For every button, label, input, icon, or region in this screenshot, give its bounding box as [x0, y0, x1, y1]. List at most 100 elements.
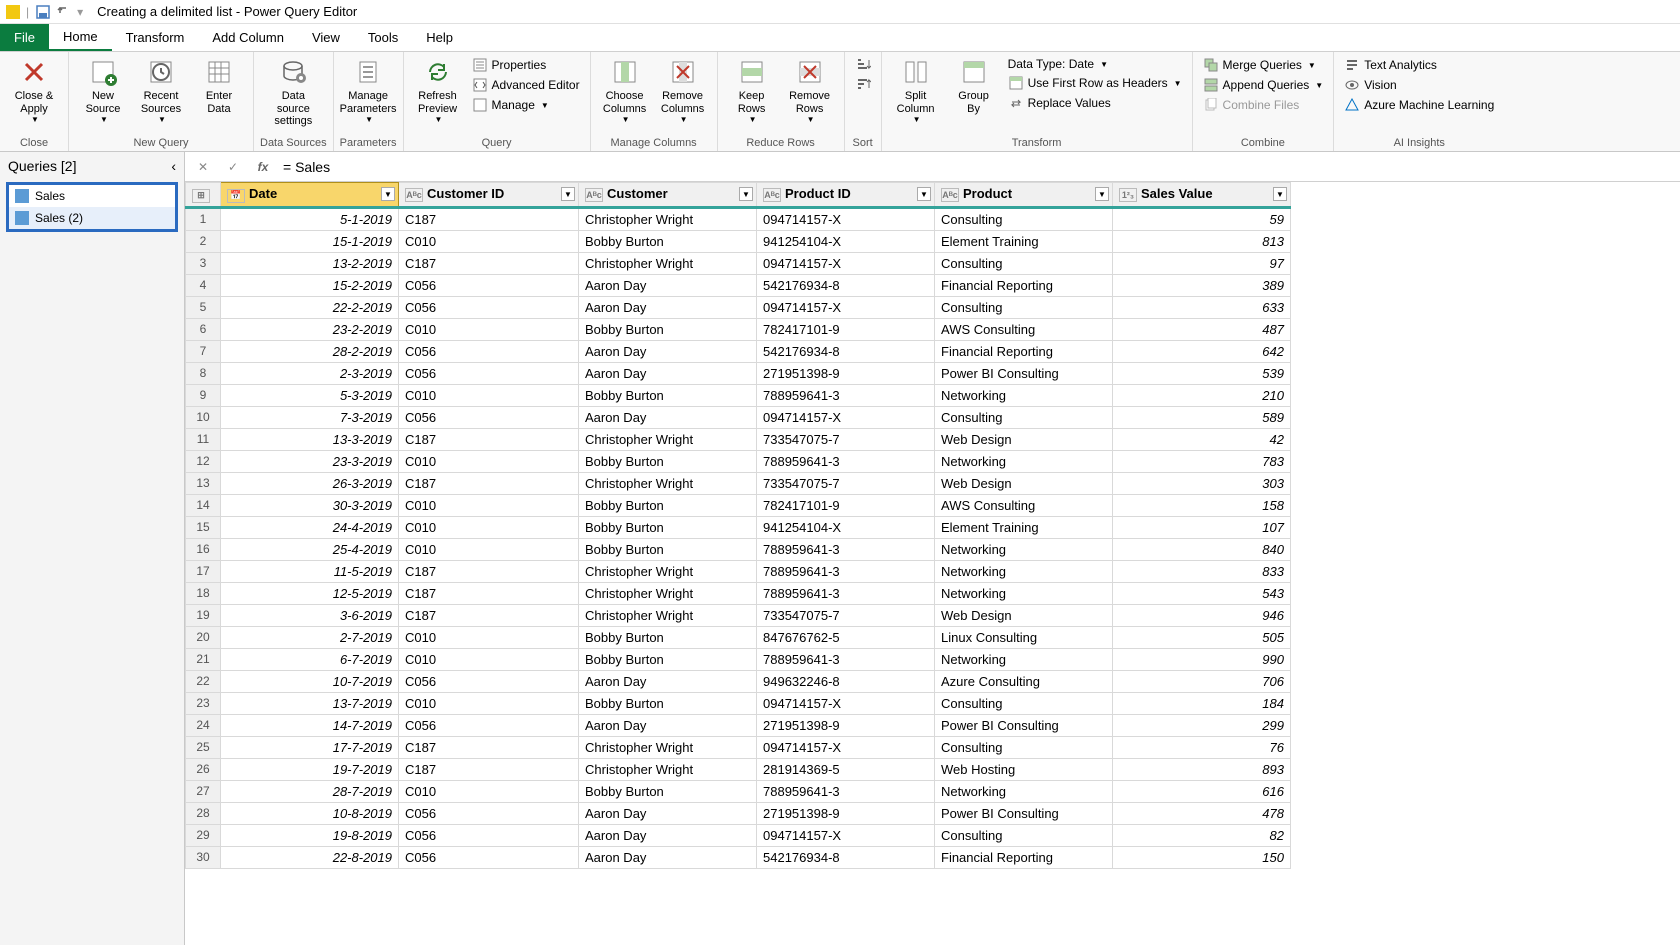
- cell-date[interactable]: 25-4-2019: [221, 538, 399, 560]
- cell-sales[interactable]: 783: [1113, 450, 1291, 472]
- combine-files-button[interactable]: Combine Files: [1199, 96, 1328, 114]
- row-number[interactable]: 29: [186, 824, 221, 846]
- cell-product[interactable]: Financial Reporting: [935, 274, 1113, 296]
- row-number[interactable]: 8: [186, 362, 221, 384]
- cell-custid[interactable]: C187: [399, 428, 579, 450]
- cell-prodid[interactable]: 788959641-3: [757, 560, 935, 582]
- cell-sales[interactable]: 184: [1113, 692, 1291, 714]
- filter-dropdown-icon[interactable]: ▼: [1273, 187, 1287, 201]
- table-row[interactable]: 313-2-2019C187Christopher Wright09471415…: [186, 252, 1291, 274]
- cell-date[interactable]: 26-3-2019: [221, 472, 399, 494]
- cancel-formula-icon[interactable]: ✕: [193, 157, 213, 177]
- table-row[interactable]: 2517-7-2019C187Christopher Wright0947141…: [186, 736, 1291, 758]
- cell-date[interactable]: 13-7-2019: [221, 692, 399, 714]
- cell-product[interactable]: Element Training: [935, 230, 1113, 252]
- collapse-sidebar-icon[interactable]: ‹: [171, 158, 176, 174]
- table-row[interactable]: 1430-3-2019C010Bobby Burton782417101-9AW…: [186, 494, 1291, 516]
- cell-customer[interactable]: Christopher Wright: [579, 758, 757, 780]
- cell-product[interactable]: Consulting: [935, 252, 1113, 274]
- cell-customer[interactable]: Bobby Burton: [579, 626, 757, 648]
- merge-queries-button[interactable]: Merge Queries▼: [1199, 56, 1328, 74]
- cell-product[interactable]: AWS Consulting: [935, 494, 1113, 516]
- refresh-preview-button[interactable]: RefreshPreview▼: [410, 54, 466, 124]
- cell-sales[interactable]: 543: [1113, 582, 1291, 604]
- cell-sales[interactable]: 946: [1113, 604, 1291, 626]
- cell-sales[interactable]: 150: [1113, 846, 1291, 868]
- table-row[interactable]: 15-1-2019C187Christopher Wright094714157…: [186, 207, 1291, 230]
- cell-prodid[interactable]: 542176934-8: [757, 846, 935, 868]
- cell-prodid[interactable]: 847676762-5: [757, 626, 935, 648]
- cell-product[interactable]: Financial Reporting: [935, 846, 1113, 868]
- cell-custid[interactable]: C010: [399, 692, 579, 714]
- cell-customer[interactable]: Christopher Wright: [579, 736, 757, 758]
- cell-prodid[interactable]: 271951398-9: [757, 802, 935, 824]
- cell-product[interactable]: Consulting: [935, 406, 1113, 428]
- column-header-product[interactable]: AᴮᴄProduct▼: [935, 183, 1113, 208]
- manage-button[interactable]: Manage▼: [468, 96, 584, 114]
- cell-sales[interactable]: 833: [1113, 560, 1291, 582]
- row-number[interactable]: 7: [186, 340, 221, 362]
- cell-customer[interactable]: Bobby Burton: [579, 494, 757, 516]
- cell-product[interactable]: Consulting: [935, 824, 1113, 846]
- table-row[interactable]: 82-3-2019C056Aaron Day271951398-9Power B…: [186, 362, 1291, 384]
- cell-sales[interactable]: 539: [1113, 362, 1291, 384]
- cell-prodid[interactable]: 094714157-X: [757, 296, 935, 318]
- tab-help[interactable]: Help: [412, 24, 467, 51]
- table-row[interactable]: 202-7-2019C010Bobby Burton847676762-5Lin…: [186, 626, 1291, 648]
- table-row[interactable]: 2210-7-2019C056Aaron Day949632246-8Azure…: [186, 670, 1291, 692]
- column-header-sales[interactable]: 1²₃Sales Value▼: [1113, 183, 1291, 208]
- table-row[interactable]: 728-2-2019C056Aaron Day542176934-8Financ…: [186, 340, 1291, 362]
- cell-customer[interactable]: Christopher Wright: [579, 560, 757, 582]
- tab-add-column[interactable]: Add Column: [198, 24, 298, 51]
- cell-custid[interactable]: C056: [399, 802, 579, 824]
- cell-sales[interactable]: 303: [1113, 472, 1291, 494]
- cell-custid[interactable]: C010: [399, 230, 579, 252]
- cell-date[interactable]: 5-3-2019: [221, 384, 399, 406]
- cell-sales[interactable]: 990: [1113, 648, 1291, 670]
- save-icon[interactable]: [35, 4, 51, 20]
- cell-sales[interactable]: 76: [1113, 736, 1291, 758]
- cell-product[interactable]: AWS Consulting: [935, 318, 1113, 340]
- table-corner[interactable]: ⊞: [186, 183, 221, 208]
- cell-date[interactable]: 22-8-2019: [221, 846, 399, 868]
- cell-custid[interactable]: C010: [399, 318, 579, 340]
- table-row[interactable]: 1711-5-2019C187Christopher Wright7889596…: [186, 560, 1291, 582]
- cell-product[interactable]: Networking: [935, 538, 1113, 560]
- row-number[interactable]: 2: [186, 230, 221, 252]
- row-number[interactable]: 26: [186, 758, 221, 780]
- row-number[interactable]: 10: [186, 406, 221, 428]
- cell-customer[interactable]: Aaron Day: [579, 670, 757, 692]
- cell-prodid[interactable]: 094714157-X: [757, 824, 935, 846]
- cell-prodid[interactable]: 094714157-X: [757, 252, 935, 274]
- table-row[interactable]: 2619-7-2019C187Christopher Wright2819143…: [186, 758, 1291, 780]
- cell-prodid[interactable]: 094714157-X: [757, 736, 935, 758]
- undo-icon[interactable]: [55, 4, 71, 20]
- table-row[interactable]: 1524-4-2019C010Bobby Burton941254104-XEl…: [186, 516, 1291, 538]
- cell-sales[interactable]: 299: [1113, 714, 1291, 736]
- cell-customer[interactable]: Bobby Burton: [579, 516, 757, 538]
- formula-text[interactable]: = Sales: [283, 159, 330, 175]
- tab-tools[interactable]: Tools: [354, 24, 412, 51]
- cell-customer[interactable]: Christopher Wright: [579, 252, 757, 274]
- cell-date[interactable]: 19-8-2019: [221, 824, 399, 846]
- cell-product[interactable]: Azure Consulting: [935, 670, 1113, 692]
- cell-prodid[interactable]: 733547075-7: [757, 604, 935, 626]
- cell-custid[interactable]: C056: [399, 824, 579, 846]
- row-number[interactable]: 15: [186, 516, 221, 538]
- cell-sales[interactable]: 487: [1113, 318, 1291, 340]
- cell-date[interactable]: 22-2-2019: [221, 296, 399, 318]
- row-number[interactable]: 14: [186, 494, 221, 516]
- table-row[interactable]: 3022-8-2019C056Aaron Day542176934-8Finan…: [186, 846, 1291, 868]
- cell-sales[interactable]: 616: [1113, 780, 1291, 802]
- filter-dropdown-icon[interactable]: ▼: [739, 187, 753, 201]
- cell-product[interactable]: Linux Consulting: [935, 626, 1113, 648]
- cell-customer[interactable]: Bobby Burton: [579, 780, 757, 802]
- cell-customer[interactable]: Aaron Day: [579, 296, 757, 318]
- cell-customer[interactable]: Aaron Day: [579, 802, 757, 824]
- cell-prodid[interactable]: 733547075-7: [757, 472, 935, 494]
- table-row[interactable]: 1326-3-2019C187Christopher Wright7335470…: [186, 472, 1291, 494]
- cell-product[interactable]: Networking: [935, 560, 1113, 582]
- table-row[interactable]: 2313-7-2019C010Bobby Burton094714157-XCo…: [186, 692, 1291, 714]
- cell-product[interactable]: Power BI Consulting: [935, 802, 1113, 824]
- qat-dropdown-icon[interactable]: ▾: [77, 5, 83, 19]
